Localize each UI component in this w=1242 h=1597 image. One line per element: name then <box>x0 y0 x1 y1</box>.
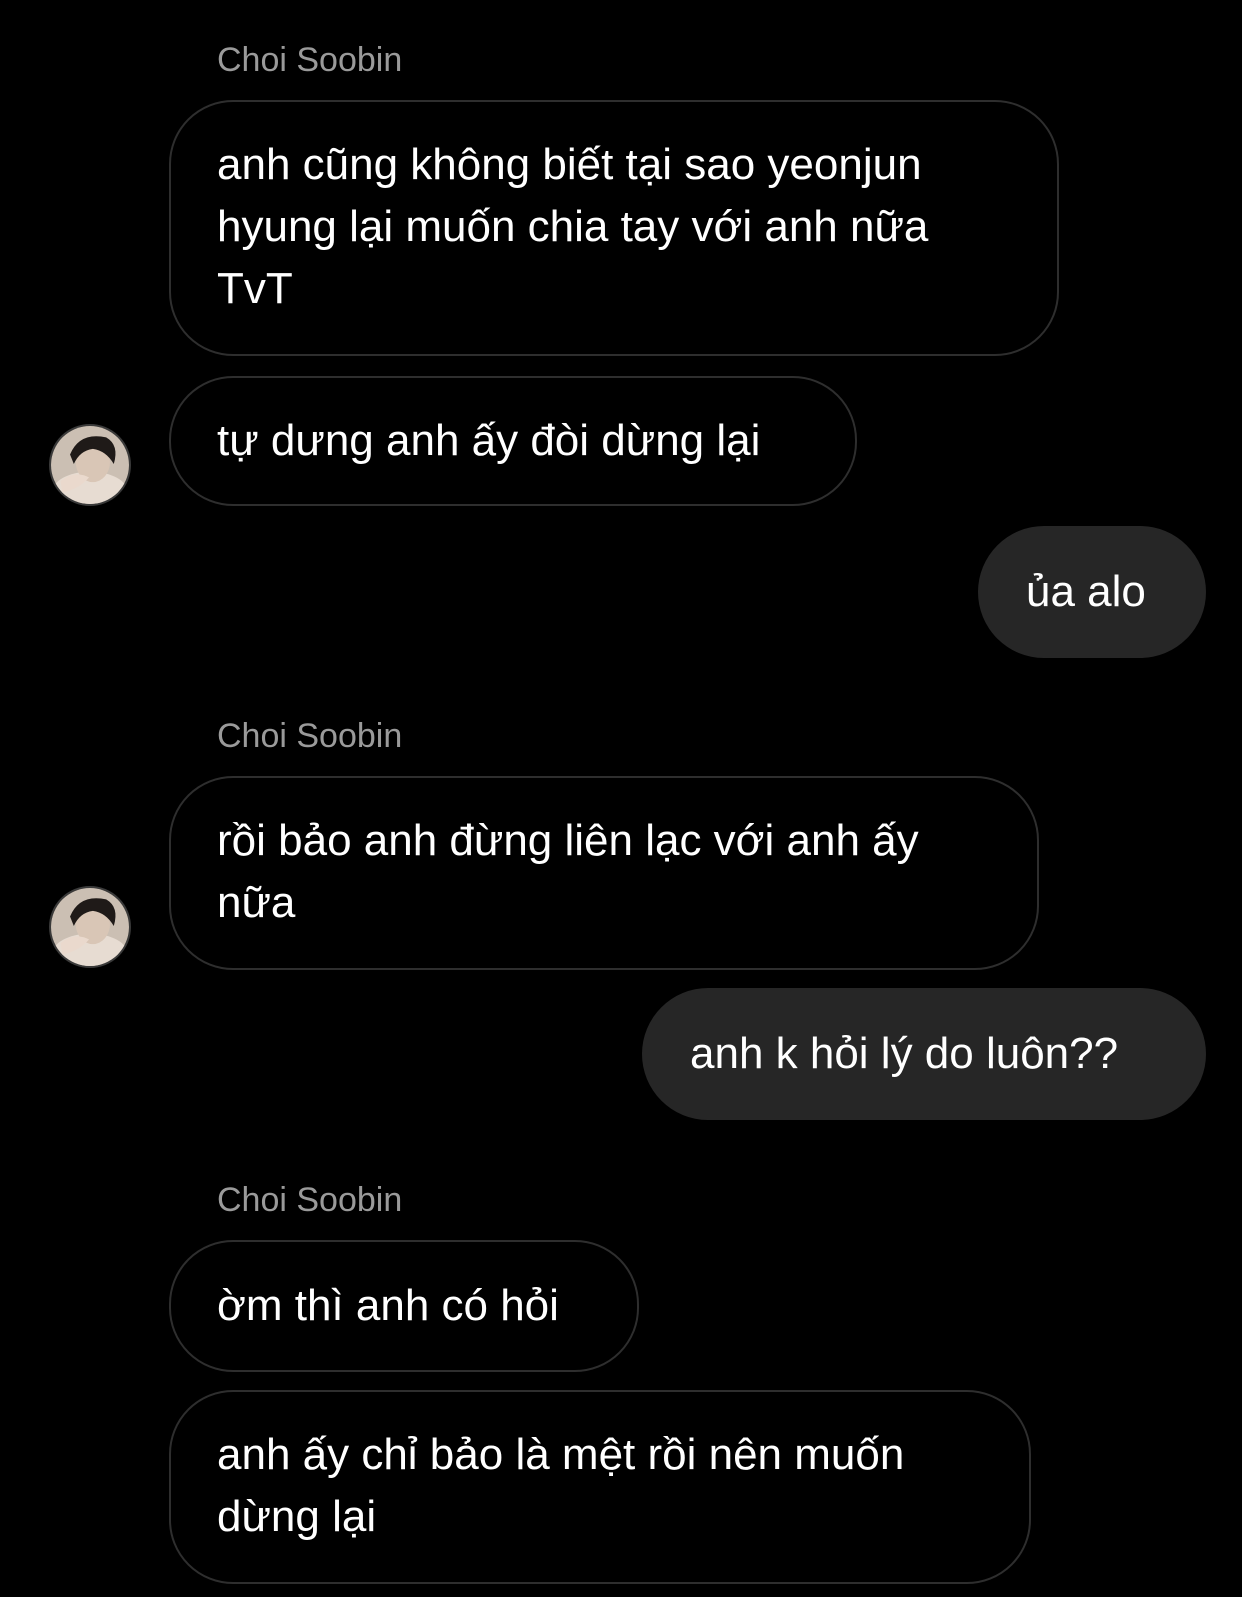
incoming-message-bubble[interactable]: rồi bảo anh đừng liên lạc với anh ấy nữa <box>169 776 1039 970</box>
message-text-line: tự dưng anh ấy đòi dừng lại <box>217 416 761 465</box>
contact-avatar[interactable] <box>49 886 131 968</box>
sender-name: Choi Soobin <box>217 1181 403 1219</box>
outgoing-message-bubble[interactable]: anh k hỏi lý do luôn?? <box>642 988 1206 1120</box>
avatar-photo-icon <box>51 426 129 504</box>
message-text-line: nữa <box>217 878 296 927</box>
message-text-line: ờm thì anh có hỏi <box>217 1281 559 1330</box>
message-text-line: anh ấy chỉ bảo là mệt rồi nên muốn <box>217 1430 905 1479</box>
message-text-line: anh cũng không biết tại sao yeonjun <box>217 140 922 189</box>
message-text-line: hyung lại muốn chia tay với anh nữa <box>217 202 929 251</box>
sender-name: Choi Soobin <box>217 717 403 755</box>
message-text-line: ủa alo <box>1026 567 1146 616</box>
message-text-line: anh k hỏi lý do luôn?? <box>690 1029 1119 1078</box>
sender-name: Choi Soobin <box>217 41 403 79</box>
message-text-line: dừng lại <box>217 1492 377 1541</box>
incoming-message-bubble[interactable]: tự dưng anh ấy đòi dừng lại <box>169 376 857 506</box>
incoming-message-bubble[interactable]: anh cũng không biết tại sao yeonjun hyun… <box>169 100 1059 356</box>
incoming-message-bubble[interactable]: anh ấy chỉ bảo là mệt rồi nên muốn dừng … <box>169 1390 1031 1584</box>
outgoing-message-bubble[interactable]: ủa alo <box>978 526 1206 658</box>
message-text-line: TvT <box>217 264 293 313</box>
incoming-message-bubble[interactable]: ờm thì anh có hỏi <box>169 1240 639 1372</box>
message-text-line: rồi bảo anh đừng liên lạc với anh ấy <box>217 816 919 865</box>
contact-avatar[interactable] <box>49 424 131 506</box>
avatar-photo-icon <box>51 888 129 966</box>
